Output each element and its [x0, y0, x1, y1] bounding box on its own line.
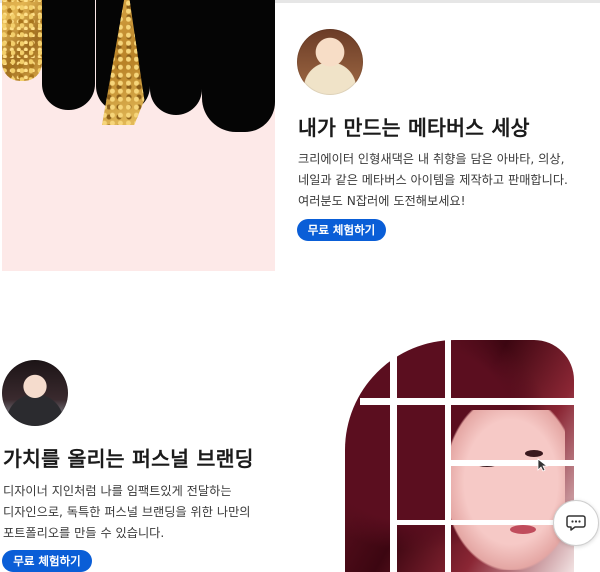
grid-overlay-line [360, 398, 574, 405]
free-trial-button[interactable]: 무료 체험하기 [2, 550, 92, 572]
section-description-branding: 디자이너 지인처럼 나를 임팩트있게 전달하는 디자인으로, 독특한 퍼스널 브… [3, 481, 273, 544]
description-line: 네일과 같은 메타버스 아이템을 제작하고 판매합니다. [298, 173, 568, 187]
description-line: 디자이너 지인처럼 나를 임팩트있게 전달하는 [3, 484, 232, 498]
gold-nail [2, 0, 42, 81]
grid-overlay-line [445, 340, 451, 572]
description-line: 디자인으로, 독특한 퍼스널 브랜딩을 위한 나만의 [3, 505, 251, 519]
description-line: 여러분도 N잡러에 도전해보세요! [298, 194, 466, 208]
grid-overlay-line [450, 460, 574, 466]
section-title-metaverse: 내가 만드는 메타버스 세상 [298, 116, 530, 140]
designer-avatar [2, 360, 68, 426]
black-nail [150, 0, 202, 115]
portrait-lips [510, 525, 536, 534]
portrait-face [445, 410, 565, 570]
grid-overlay-line [395, 520, 574, 525]
mouse-cursor-icon [537, 458, 549, 472]
section-title-branding: 가치를 올리는 퍼스널 브랜딩 [3, 447, 254, 471]
section-description-metaverse: 크리에이터 인형새댁은 내 취향을 담은 아바타, 의상, 네일과 같은 메타버… [298, 149, 598, 212]
metaverse-nail-image [2, 0, 275, 271]
description-line: 크리에이터 인형새댁은 내 취향을 담은 아바타, 의상, [298, 152, 565, 166]
black-nail [42, 0, 95, 110]
description-line: 포트폴리오를 만들 수 있습니다. [3, 526, 165, 540]
black-nail [202, 0, 275, 132]
free-trial-button[interactable]: 무료 체험하기 [297, 219, 386, 241]
branding-portrait-image [300, 340, 574, 572]
chat-button[interactable] [553, 500, 599, 546]
portrait-eye [525, 450, 543, 457]
chat-bubble-icon [566, 515, 586, 531]
creator-avatar [297, 29, 363, 95]
grid-overlay-line [390, 340, 397, 572]
